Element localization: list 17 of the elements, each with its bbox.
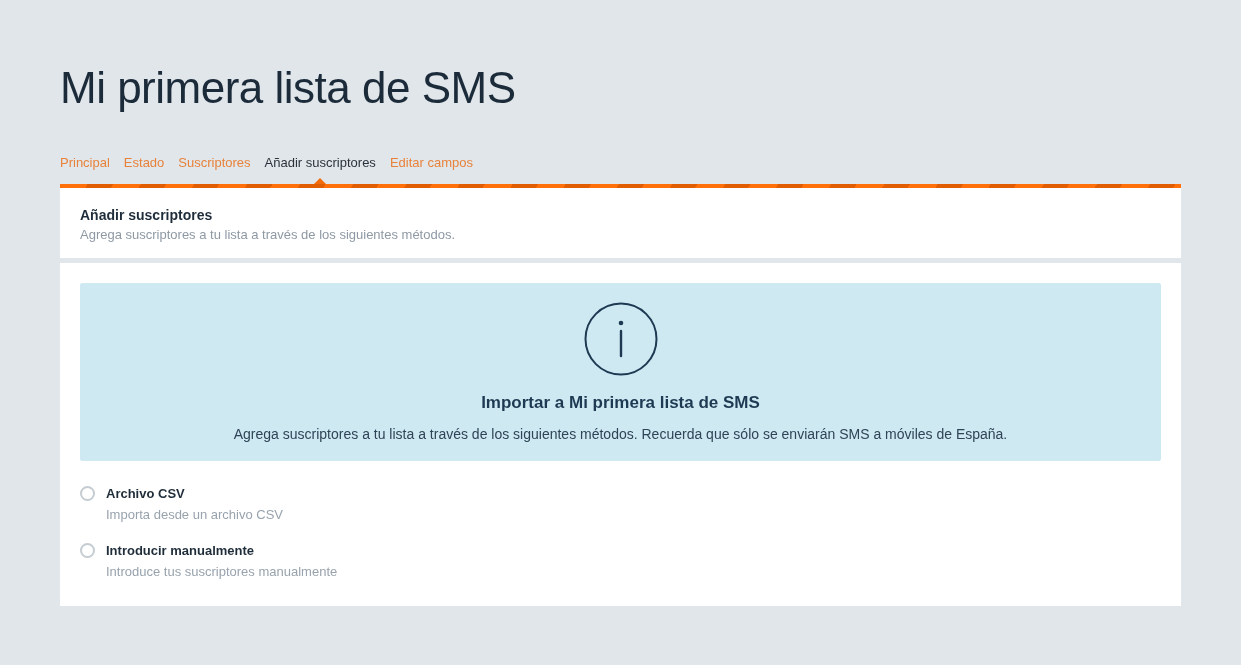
nav-tab[interactable]: Principal [60, 155, 110, 184]
option-description: Introduce tus suscriptores manualmente [106, 563, 338, 581]
info-icon [583, 302, 658, 376]
info-text: Agrega suscriptores a tu lista a través de los siguientes métodos. Recuerda que sólo se enviarán SMS a móviles de España. [232, 425, 1009, 444]
info-title: Importar a Mi primera lista de SMS [480, 392, 761, 414]
radio-button[interactable] [80, 543, 95, 558]
nav-tab[interactable]: Estado [123, 155, 165, 184]
nav-tab[interactable]: Editar campos [389, 155, 473, 184]
page-title: Mi primera lista de SMS [60, 62, 517, 114]
section-title: Añadir suscriptores [80, 206, 214, 225]
radio-button[interactable] [80, 486, 95, 501]
section-subtitle: Agrega suscriptores a tu lista a través de los siguientes métodos. [80, 226, 457, 244]
option-description: Importa desde un archivo CSV [106, 506, 284, 524]
nav-tab[interactable]: Suscriptores [178, 155, 251, 184]
nav-tab[interactable]: Añadir suscriptores [264, 155, 376, 184]
option-label: Archivo CSV [106, 485, 186, 503]
option-label: Introducir manualmente [106, 542, 256, 560]
